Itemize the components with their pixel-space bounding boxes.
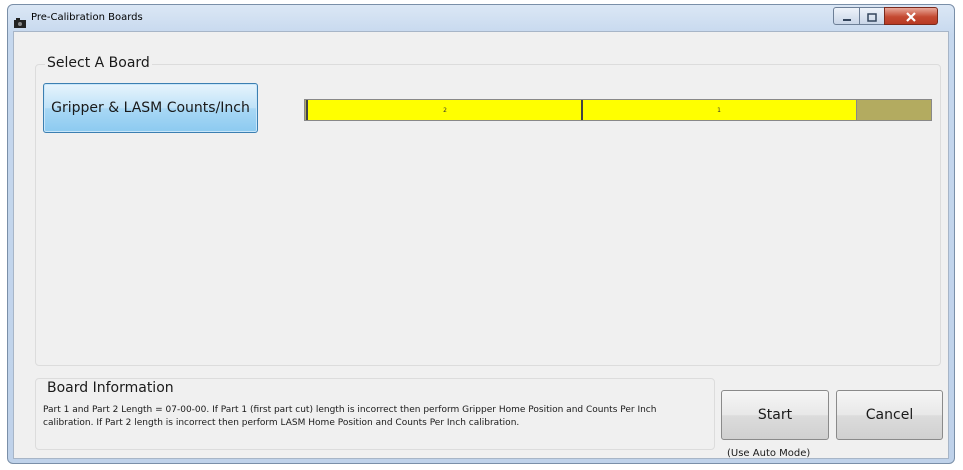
maximize-button[interactable] (859, 7, 885, 25)
part-1-segment: 1 (582, 100, 856, 120)
start-button[interactable]: Start (721, 390, 829, 440)
pre-calibration-window: Pre-Calibration Boards Select A Board Gr… (7, 4, 955, 464)
board-information-label: Board Information (45, 380, 176, 396)
title-bar[interactable]: Pre-Calibration Boards (8, 5, 954, 33)
gripper-lasm-board-button[interactable]: Gripper & LASM Counts/Inch (43, 83, 258, 133)
bar-end-divider (856, 100, 857, 120)
close-icon (905, 7, 917, 26)
select-board-label: Select A Board (45, 55, 152, 71)
part-2-label: 2 (443, 106, 447, 114)
camera-icon (14, 13, 26, 28)
minimize-button[interactable] (833, 7, 860, 25)
bar-mid-divider (581, 100, 583, 120)
part-1-label: 1 (717, 106, 721, 114)
maximize-icon (867, 7, 877, 26)
board-information-text: Part 1 and Part 2 Length = 07-00-00. If … (43, 405, 657, 428)
auto-mode-note: (Use Auto Mode) (727, 448, 811, 459)
cancel-button[interactable]: Cancel (836, 390, 943, 440)
close-button[interactable] (884, 7, 938, 25)
window-title: Pre-Calibration Boards (31, 12, 143, 23)
bar-start-divider (306, 100, 308, 120)
board-parts-bar: 2 1 (304, 99, 932, 121)
minimize-icon (842, 7, 852, 26)
client-area: Select A Board Gripper & LASM Counts/Inc… (13, 31, 949, 459)
part-2-segment: 2 (308, 100, 582, 120)
